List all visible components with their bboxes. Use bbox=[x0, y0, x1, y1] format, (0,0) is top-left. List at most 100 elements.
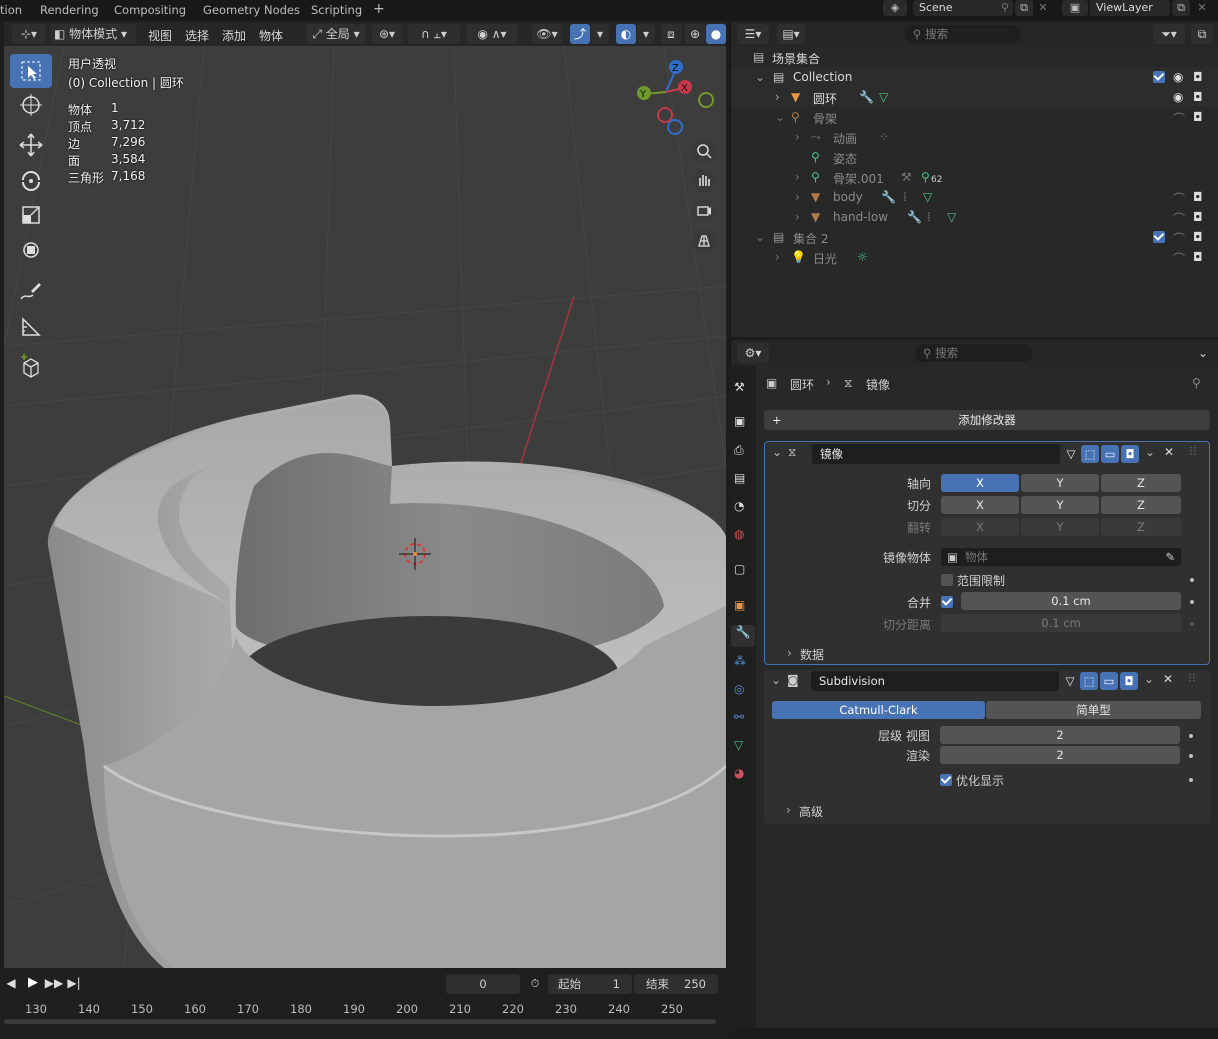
menu-view[interactable]: 视图 bbox=[148, 27, 172, 44]
camera-icon[interactable]: ◘ bbox=[1193, 210, 1203, 224]
modifier-name-field[interactable]: 镜像 bbox=[812, 444, 1060, 464]
particles-tab-icon[interactable]: ⁂ bbox=[734, 654, 752, 672]
catmull-clark-toggle[interactable]: Catmull-Clark bbox=[772, 701, 985, 719]
advanced-subpanel-label[interactable]: 高级 bbox=[799, 803, 823, 820]
keyframe-dot[interactable] bbox=[1190, 578, 1194, 582]
tree-row[interactable]: › ⤳ 动画 ⁘ bbox=[731, 127, 1218, 147]
tree-row[interactable]: ⚲ 姿态 bbox=[731, 147, 1218, 167]
camera-icon[interactable]: ◘ bbox=[1193, 190, 1203, 204]
edit-cage-icon[interactable]: ▽ bbox=[1061, 672, 1079, 690]
merge-distance-field[interactable]: 0.1 cm bbox=[961, 592, 1181, 610]
view-layer-selector[interactable]: ViewLayer bbox=[1090, 0, 1170, 16]
outliner-editor-icon[interactable]: ☰▾ bbox=[737, 24, 769, 44]
modifier-tab-icon[interactable]: 🔧 bbox=[731, 625, 755, 647]
output-tab-icon[interactable]: ⎙ bbox=[734, 443, 752, 461]
keyframe-dot[interactable] bbox=[1189, 734, 1193, 738]
collection-tab-icon[interactable]: ▢ bbox=[734, 562, 752, 580]
chevron-right-icon[interactable]: › bbox=[795, 190, 800, 204]
scale-tool[interactable] bbox=[10, 198, 52, 232]
chevron-right-icon[interactable]: › bbox=[786, 803, 791, 817]
levels-viewport-field[interactable]: 2 bbox=[940, 726, 1180, 744]
drag-handle-icon[interactable]: ⁝⁝ bbox=[1189, 444, 1197, 458]
camera-icon[interactable]: ◘ bbox=[1193, 230, 1203, 244]
mesh-data-icon[interactable]: ▽ bbox=[947, 210, 956, 224]
eyedropper-icon[interactable]: ✎ bbox=[1165, 548, 1175, 566]
display-mode-icon[interactable]: ▤▾ bbox=[777, 24, 805, 44]
render-icon[interactable]: ◘ bbox=[1121, 445, 1139, 463]
physics-tab-icon[interactable]: ◎ bbox=[734, 682, 752, 700]
options-dropdown-icon[interactable]: ⌄ bbox=[1193, 343, 1213, 363]
camera-view-icon[interactable] bbox=[692, 199, 716, 223]
tree-row[interactable]: › ▼ body 🔧 ⁞ ▽ ⌒ ◘ bbox=[731, 187, 1218, 207]
pin-icon[interactable]: ⚲ bbox=[1192, 376, 1201, 390]
mesh-data-icon[interactable]: ▽ bbox=[879, 90, 888, 104]
pivot-icon[interactable]: ⊛▾ bbox=[372, 24, 402, 44]
remove-modifier-icon[interactable]: ✕ bbox=[1163, 672, 1173, 686]
mode-selector[interactable]: ◧ 物体模式 ▾ bbox=[50, 24, 136, 44]
mesh-data-icon[interactable]: ▽ bbox=[923, 190, 932, 204]
tree-row[interactable]: ⌄ ▤ Collection ◉ ◘ bbox=[731, 67, 1218, 87]
keyframe-dot[interactable] bbox=[1190, 622, 1194, 626]
tab-rendering[interactable]: Rendering bbox=[40, 3, 99, 17]
tree-row[interactable]: › 💡 日光 ☼ ⌒ ◘ bbox=[731, 247, 1218, 267]
tab-compositing[interactable]: Compositing bbox=[114, 3, 186, 17]
outliner-search-input[interactable]: ⚲ 搜索 bbox=[905, 25, 1021, 43]
move-tool[interactable] bbox=[10, 128, 52, 162]
visibility-icon[interactable]: 👁▾ bbox=[532, 24, 562, 44]
next-keyframe-icon[interactable]: ▶▶ bbox=[44, 975, 64, 991]
wrench-icon[interactable]: 🔧 bbox=[859, 90, 874, 104]
jump-end-icon[interactable]: ▶| bbox=[64, 975, 84, 991]
rotate-tool[interactable] bbox=[10, 163, 52, 197]
tree-row[interactable]: › ▼ hand-low 🔧 ⁞ ▽ ⌒ ◘ bbox=[731, 207, 1218, 227]
tree-row[interactable]: › ⚲ 骨架.001 ⚒ ⚲ 62 bbox=[731, 167, 1218, 187]
data-subpanel-label[interactable]: 数据 bbox=[800, 646, 824, 663]
chevron-right-icon[interactable]: › bbox=[795, 130, 800, 144]
render-icon[interactable]: ◘ bbox=[1120, 672, 1138, 690]
eye-closed-icon[interactable]: ⌒ bbox=[1173, 250, 1185, 267]
tab-scripting[interactable]: Scripting bbox=[311, 3, 362, 17]
measure-tool[interactable] bbox=[10, 310, 52, 344]
snap-icon[interactable]: ∩ ⫠▾ bbox=[408, 24, 460, 44]
add-cube-tool[interactable] bbox=[10, 350, 52, 384]
remove-modifier-icon[interactable]: ✕ bbox=[1164, 445, 1174, 459]
edit-mode-icon[interactable]: ⬚ bbox=[1080, 672, 1098, 690]
bisect-x-toggle[interactable]: X bbox=[941, 496, 1019, 514]
render-tab-icon[interactable]: ▣ bbox=[734, 414, 752, 432]
simple-toggle[interactable]: 简单型 bbox=[986, 701, 1201, 719]
chevron-right-icon[interactable]: › bbox=[775, 250, 780, 264]
collapse-chevron-icon[interactable]: ⌄ bbox=[772, 445, 782, 459]
menu-select[interactable]: 选择 bbox=[185, 27, 209, 44]
new-scene-icon[interactable]: ⧉ bbox=[1015, 0, 1033, 16]
eye-closed-icon[interactable]: ⌒ bbox=[1173, 210, 1185, 227]
cursor-tool[interactable] bbox=[10, 88, 52, 122]
jump-start-icon[interactable]: ◀ bbox=[2, 975, 20, 991]
tree-row[interactable]: › ▼ 圆环 🔧 ▽ ◉ ◘ bbox=[731, 87, 1218, 107]
data-tab-icon[interactable]: ▽ bbox=[734, 738, 752, 756]
axis-y-toggle[interactable]: Y bbox=[1021, 474, 1099, 492]
bisect-distance-field[interactable]: 0.1 cm bbox=[941, 614, 1181, 632]
filter-icon[interactable]: ⏷▾ bbox=[1153, 24, 1185, 44]
tree-row[interactable]: ⌄ ⚲ 骨架 ⌒ ◘ bbox=[731, 107, 1218, 127]
current-frame-field[interactable]: 0 bbox=[446, 974, 520, 994]
overlay-toggle-icon[interactable]: ◐ bbox=[616, 24, 636, 44]
3d-viewport[interactable]: 用户透视 (0) Collection | 圆环 物体 1 顶点 3,712 边… bbox=[4, 46, 726, 968]
zoom-icon[interactable] bbox=[692, 139, 716, 163]
camera-icon[interactable]: ◘ bbox=[1193, 70, 1203, 84]
keyframe-dot[interactable] bbox=[1189, 754, 1193, 758]
camera-icon[interactable]: ◘ bbox=[1193, 90, 1203, 104]
realtime-icon[interactable]: ▭ bbox=[1101, 445, 1119, 463]
ring-mesh[interactable] bbox=[47, 394, 726, 968]
view-layer-icon[interactable]: ▣ bbox=[1062, 0, 1088, 16]
transform-tool[interactable] bbox=[10, 233, 52, 267]
eye-icon[interactable]: ◉ bbox=[1173, 70, 1183, 84]
scene-selector[interactable]: Scene ⚲ bbox=[913, 0, 1013, 16]
material-tab-icon[interactable]: ◕ bbox=[734, 766, 752, 784]
bisect-y-toggle[interactable]: Y bbox=[1021, 496, 1099, 514]
chevron-down-icon[interactable]: ⌄ bbox=[775, 110, 785, 124]
overlay-dropdown-icon[interactable]: ▾ bbox=[637, 24, 655, 44]
menu-add[interactable]: 添加 bbox=[222, 27, 246, 44]
orientation-selector[interactable]: ⤢ 全局 ▾ bbox=[306, 24, 366, 44]
new-view-layer-icon[interactable]: ⧉ bbox=[1172, 0, 1190, 16]
wireframe-shading-icon[interactable]: ⊕ bbox=[685, 24, 705, 44]
chevron-right-icon[interactable]: › bbox=[795, 210, 800, 224]
